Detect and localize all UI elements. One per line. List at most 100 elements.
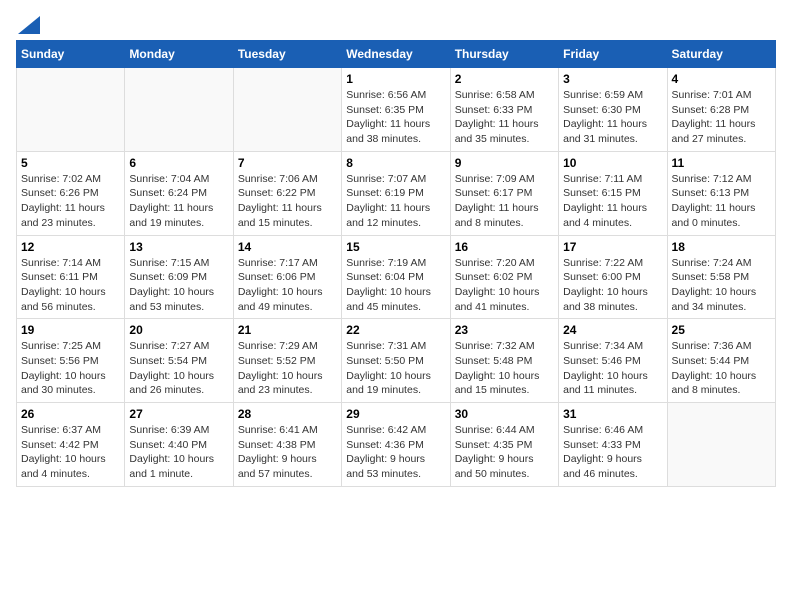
calendar-cell: 31 Sunrise: 6:46 AMSunset: 4:33 PMDayligh…: [559, 403, 667, 487]
day-info: Sunrise: 7:15 AMSunset: 6:09 PMDaylight:…: [129, 256, 228, 315]
calendar-cell: 10 Sunrise: 7:11 AMSunset: 6:15 PMDayligh…: [559, 151, 667, 235]
day-info: Sunrise: 7:07 AMSunset: 6:19 PMDaylight:…: [346, 172, 445, 231]
day-info: Sunrise: 7:27 AMSunset: 5:54 PMDaylight:…: [129, 339, 228, 398]
day-number: 7: [238, 156, 337, 170]
logo-icon: [18, 16, 40, 34]
day-number: 20: [129, 323, 228, 337]
day-number: 1: [346, 72, 445, 86]
day-number: 9: [455, 156, 554, 170]
day-number: 30: [455, 407, 554, 421]
weekday-header-tuesday: Tuesday: [233, 41, 341, 68]
day-number: 5: [21, 156, 120, 170]
day-info: Sunrise: 7:19 AMSunset: 6:04 PMDaylight:…: [346, 256, 445, 315]
day-info: Sunrise: 7:14 AMSunset: 6:11 PMDaylight:…: [21, 256, 120, 315]
week-row-4: 19 Sunrise: 7:25 AMSunset: 5:56 PMDayligh…: [17, 319, 776, 403]
day-info: Sunrise: 7:34 AMSunset: 5:46 PMDaylight:…: [563, 339, 662, 398]
day-number: 24: [563, 323, 662, 337]
day-info: Sunrise: 6:58 AMSunset: 6:33 PMDaylight:…: [455, 88, 554, 147]
week-row-5: 26Sunrise: 6:37 AMSunset: 4:42 PMDayligh…: [17, 403, 776, 487]
day-number: 2: [455, 72, 554, 86]
day-info: Sunrise: 7:01 AMSunset: 6:28 PMDaylight:…: [672, 88, 771, 147]
day-info: Sunrise: 6:42 AMSunset: 4:36 PMDaylight:…: [346, 423, 445, 482]
calendar-cell: 29 Sunrise: 6:42 AMSunset: 4:36 PMDayligh…: [342, 403, 450, 487]
calendar-cell: 17 Sunrise: 7:22 AMSunset: 6:00 PMDayligh…: [559, 235, 667, 319]
day-number: 13: [129, 240, 228, 254]
page-header: [16, 16, 776, 30]
day-number: 3: [563, 72, 662, 86]
day-info: Sunrise: 7:17 AMSunset: 6:06 PMDaylight:…: [238, 256, 337, 315]
day-number: 23: [455, 323, 554, 337]
day-info: Sunrise: 6:41 AMSunset: 4:38 PMDaylight:…: [238, 423, 337, 482]
day-number: 14: [238, 240, 337, 254]
calendar-cell: 28 Sunrise: 6:41 AMSunset: 4:38 PMDayligh…: [233, 403, 341, 487]
calendar-cell: 19 Sunrise: 7:25 AMSunset: 5:56 PMDayligh…: [17, 319, 125, 403]
day-info: Sunrise: 7:29 AMSunset: 5:52 PMDaylight:…: [238, 339, 337, 398]
calendar-cell: 16 Sunrise: 7:20 AMSunset: 6:02 PMDayligh…: [450, 235, 558, 319]
day-info: Sunrise: 6:39 AMSunset: 4:40 PMDaylight:…: [129, 423, 228, 482]
day-number: 29: [346, 407, 445, 421]
day-number: 19: [21, 323, 120, 337]
day-info: Sunrise: 7:02 AMSunset: 6:26 PMDaylight:…: [21, 172, 120, 231]
calendar-cell: 22Sunrise: 7:31 AMSunset: 5:50 PMDayligh…: [342, 319, 450, 403]
day-number: 16: [455, 240, 554, 254]
calendar-cell: 18 Sunrise: 7:24 AMSunset: 5:58 PMDayligh…: [667, 235, 775, 319]
calendar-cell: 26Sunrise: 6:37 AMSunset: 4:42 PMDayligh…: [17, 403, 125, 487]
calendar-cell: 13 Sunrise: 7:15 AMSunset: 6:09 PMDayligh…: [125, 235, 233, 319]
day-info: Sunrise: 7:09 AMSunset: 6:17 PMDaylight:…: [455, 172, 554, 231]
calendar-cell: 7 Sunrise: 7:06 AMSunset: 6:22 PMDaylight…: [233, 151, 341, 235]
calendar-cell: 11 Sunrise: 7:12 AMSunset: 6:13 PMDayligh…: [667, 151, 775, 235]
weekday-header-thursday: Thursday: [450, 41, 558, 68]
day-info: Sunrise: 7:24 AMSunset: 5:58 PMDaylight:…: [672, 256, 771, 315]
day-number: 15: [346, 240, 445, 254]
calendar-cell: 15 Sunrise: 7:19 AMSunset: 6:04 PMDayligh…: [342, 235, 450, 319]
calendar-table: SundayMondayTuesdayWednesdayThursdayFrid…: [16, 40, 776, 487]
calendar-cell: 3 Sunrise: 6:59 AMSunset: 6:30 PMDaylight…: [559, 68, 667, 152]
day-info: Sunrise: 7:31 AMSunset: 5:50 PMDaylight:…: [346, 339, 445, 398]
day-info: Sunrise: 7:11 AMSunset: 6:15 PMDaylight:…: [563, 172, 662, 231]
calendar-cell: 21 Sunrise: 7:29 AMSunset: 5:52 PMDayligh…: [233, 319, 341, 403]
day-number: 25: [672, 323, 771, 337]
day-info: Sunrise: 7:22 AMSunset: 6:00 PMDaylight:…: [563, 256, 662, 315]
calendar-cell: 5 Sunrise: 7:02 AMSunset: 6:26 PMDaylight…: [17, 151, 125, 235]
day-number: 26: [21, 407, 120, 421]
day-info: Sunrise: 7:20 AMSunset: 6:02 PMDaylight:…: [455, 256, 554, 315]
calendar-cell: 6Sunrise: 7:04 AMSunset: 6:24 PMDaylight…: [125, 151, 233, 235]
day-number: 12: [21, 240, 120, 254]
day-info: Sunrise: 7:25 AMSunset: 5:56 PMDaylight:…: [21, 339, 120, 398]
day-number: 8: [346, 156, 445, 170]
weekday-header-friday: Friday: [559, 41, 667, 68]
day-number: 27: [129, 407, 228, 421]
weekday-header-sunday: Sunday: [17, 41, 125, 68]
day-info: Sunrise: 7:06 AMSunset: 6:22 PMDaylight:…: [238, 172, 337, 231]
calendar-cell: [667, 403, 775, 487]
calendar-cell: [125, 68, 233, 152]
day-info: Sunrise: 6:56 AMSunset: 6:35 PMDaylight:…: [346, 88, 445, 147]
calendar-cell: 9 Sunrise: 7:09 AMSunset: 6:17 PMDaylight…: [450, 151, 558, 235]
day-info: Sunrise: 7:12 AMSunset: 6:13 PMDaylight:…: [672, 172, 771, 231]
day-number: 21: [238, 323, 337, 337]
day-info: Sunrise: 6:46 AMSunset: 4:33 PMDaylight:…: [563, 423, 662, 482]
day-info: Sunrise: 7:32 AMSunset: 5:48 PMDaylight:…: [455, 339, 554, 398]
weekday-header-monday: Monday: [125, 41, 233, 68]
day-number: 28: [238, 407, 337, 421]
weekday-header-saturday: Saturday: [667, 41, 775, 68]
week-row-2: 5 Sunrise: 7:02 AMSunset: 6:26 PMDaylight…: [17, 151, 776, 235]
calendar-cell: 8 Sunrise: 7:07 AMSunset: 6:19 PMDaylight…: [342, 151, 450, 235]
day-number: 10: [563, 156, 662, 170]
weekday-header-wednesday: Wednesday: [342, 41, 450, 68]
day-number: 17: [563, 240, 662, 254]
calendar-cell: 4Sunrise: 7:01 AMSunset: 6:28 PMDaylight…: [667, 68, 775, 152]
day-info: Sunrise: 6:44 AMSunset: 4:35 PMDaylight:…: [455, 423, 554, 482]
calendar-cell: 12 Sunrise: 7:14 AMSunset: 6:11 PMDayligh…: [17, 235, 125, 319]
calendar-cell: 25 Sunrise: 7:36 AMSunset: 5:44 PMDayligh…: [667, 319, 775, 403]
calendar-cell: [233, 68, 341, 152]
day-info: Sunrise: 7:36 AMSunset: 5:44 PMDaylight:…: [672, 339, 771, 398]
calendar-cell: 14 Sunrise: 7:17 AMSunset: 6:06 PMDayligh…: [233, 235, 341, 319]
day-info: Sunrise: 6:59 AMSunset: 6:30 PMDaylight:…: [563, 88, 662, 147]
day-number: 11: [672, 156, 771, 170]
calendar-cell: 1 Sunrise: 6:56 AMSunset: 6:35 PMDaylight…: [342, 68, 450, 152]
day-number: 18: [672, 240, 771, 254]
calendar-cell: 24 Sunrise: 7:34 AMSunset: 5:46 PMDayligh…: [559, 319, 667, 403]
calendar-cell: 2 Sunrise: 6:58 AMSunset: 6:33 PMDaylight…: [450, 68, 558, 152]
day-number: 31: [563, 407, 662, 421]
